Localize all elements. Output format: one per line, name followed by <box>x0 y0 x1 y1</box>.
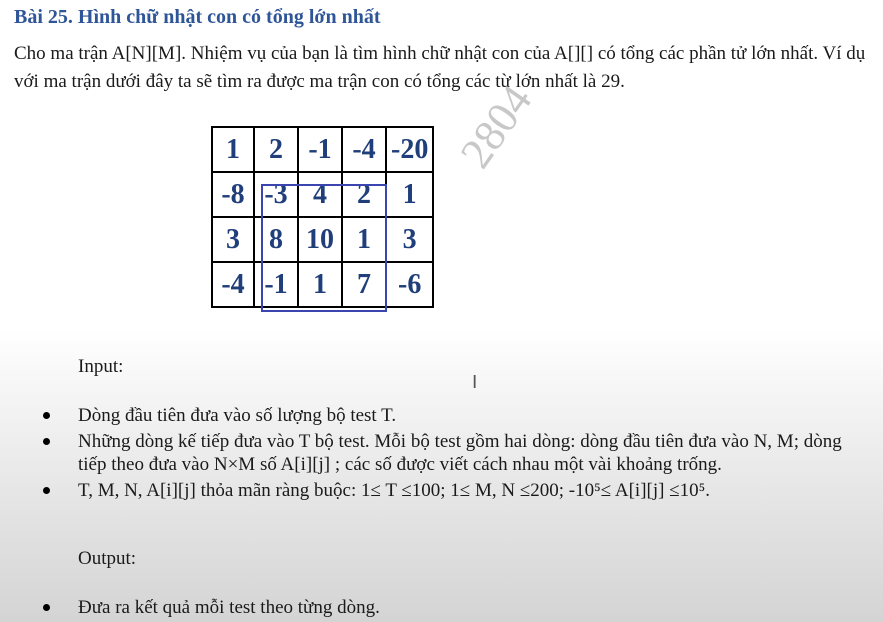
matrix-cell: 3 <box>384 216 435 263</box>
list-item: Dòng đầu tiên đưa vào số lượng bộ test T… <box>0 404 848 427</box>
matrix-cell: -4 <box>341 126 387 173</box>
matrix-cell: 1 <box>384 171 435 218</box>
matrix-cell: -6 <box>384 261 435 308</box>
input-heading: Input: <box>78 356 124 377</box>
list-item-text: T, M, N, A[i][j] thỏa mãn ràng buộc: 1≤ … <box>78 480 711 501</box>
matrix-row: 1 2 -1 -4 -20 <box>211 126 435 173</box>
list-item: Những dòng kế tiếp đưa vào T bộ test. Mỗ… <box>0 430 848 476</box>
output-heading: Output: <box>78 548 137 569</box>
list-item: Đưa ra kết quả mỗi test theo từng dòng. <box>0 596 848 619</box>
input-list: Dòng đầu tiên đưa vào số lượng bộ test T… <box>0 404 848 505</box>
bullet-icon <box>43 438 50 445</box>
list-item: T, M, N, A[i][j] thỏa mãn ràng buộc: 1≤ … <box>0 479 848 502</box>
list-item-text: Dòng đầu tiên đưa vào số lượng bộ test T… <box>78 405 397 426</box>
output-list: Đưa ra kết quả mỗi test theo từng dòng. <box>0 596 848 622</box>
list-item-text: Đưa ra kết quả mỗi test theo từng dòng. <box>78 597 380 618</box>
bullet-icon <box>43 604 50 611</box>
matrix-cell: 1 <box>211 126 255 173</box>
matrix-cell: -8 <box>211 171 255 218</box>
bullet-icon <box>43 487 50 494</box>
matrix-cell: -4 <box>211 261 255 308</box>
max-submatrix-highlight <box>261 184 387 312</box>
problem-title: Bài 25. Hình chữ nhật con có tổng lớn nh… <box>14 6 381 28</box>
list-item-text: Những dòng kế tiếp đưa vào T bộ test. Mỗ… <box>78 431 842 475</box>
matrix-cell: -1 <box>297 126 343 173</box>
matrix-cell: 3 <box>211 216 255 263</box>
matrix-cell: 2 <box>253 126 299 173</box>
matrix-cell: -20 <box>384 126 435 173</box>
text-cursor-icon: I <box>472 372 478 393</box>
bullet-icon <box>43 412 50 419</box>
problem-description: Cho ma trận A[N][M]. Nhiệm vụ của bạn là… <box>14 43 866 92</box>
